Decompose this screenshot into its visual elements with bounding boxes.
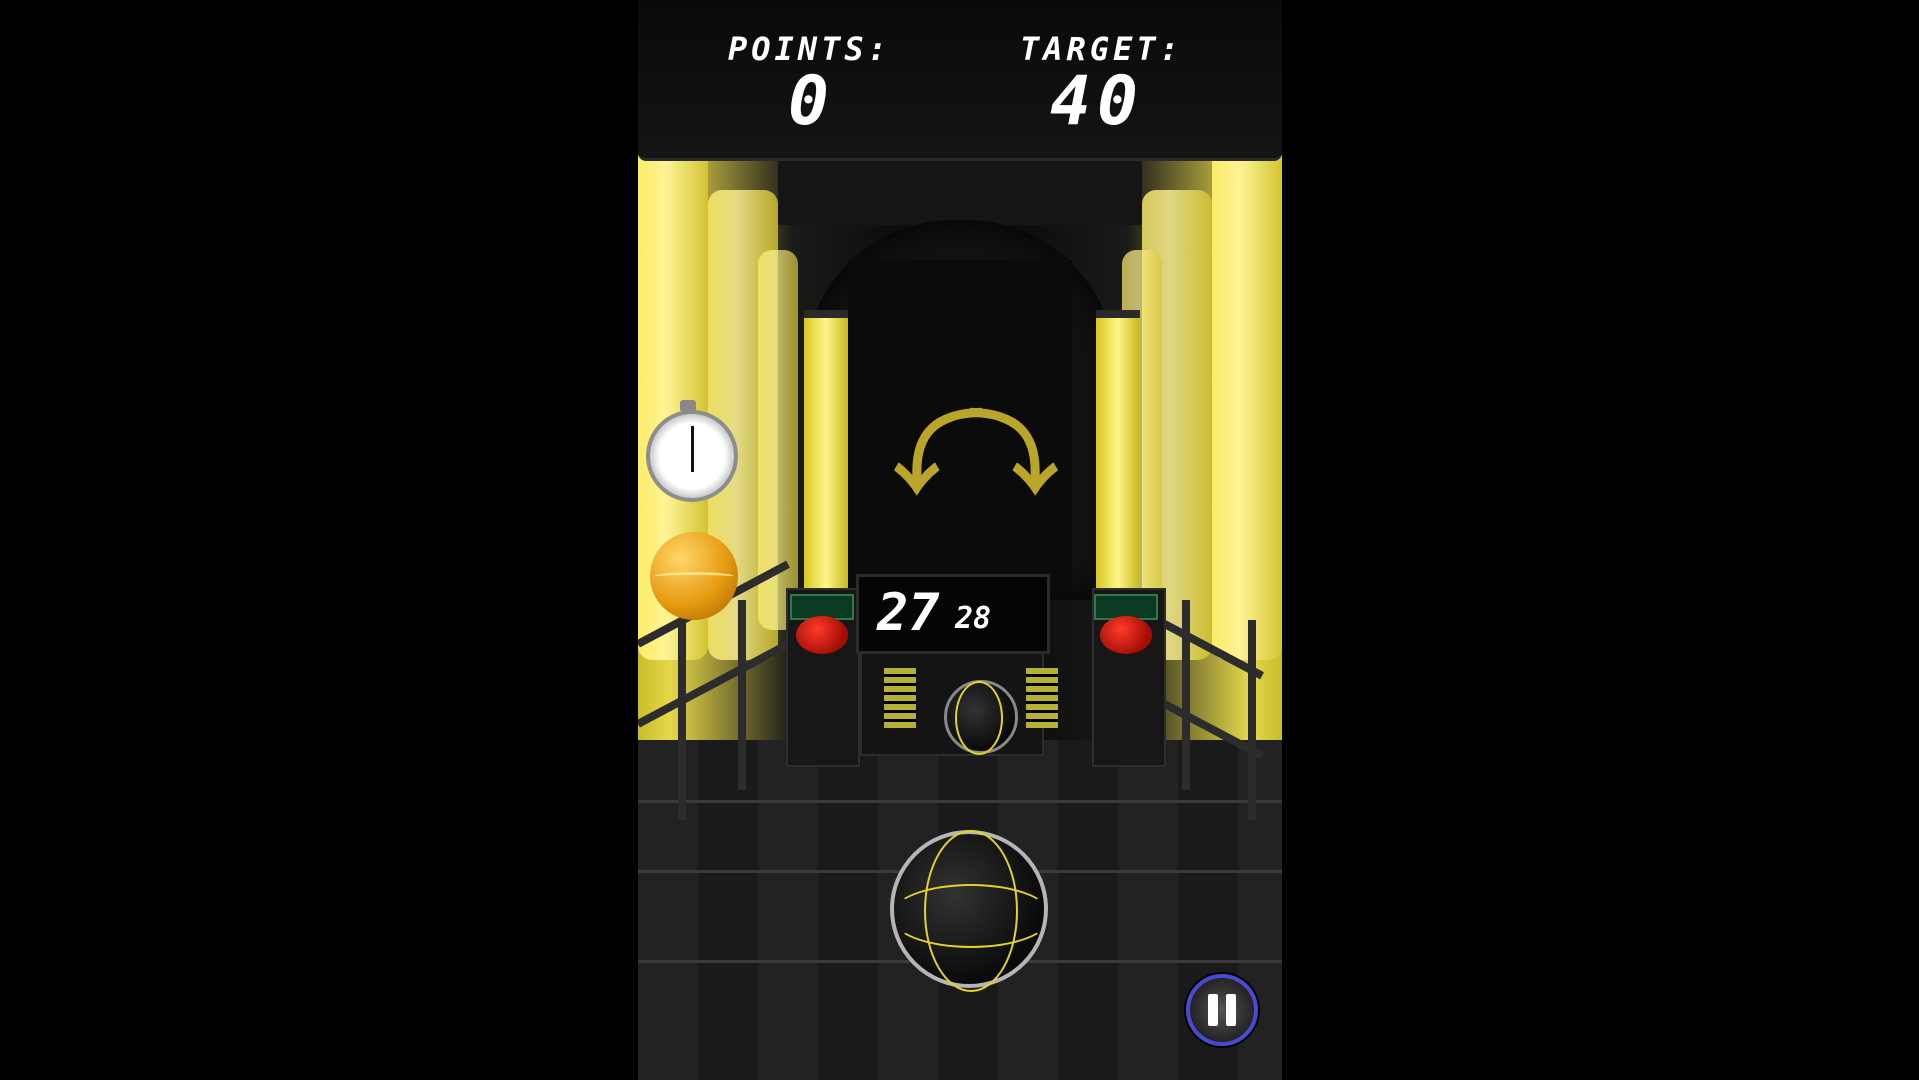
glow-tube-right-1 xyxy=(1212,140,1282,660)
railing-post xyxy=(678,620,686,820)
curved-arrow-right-icon: ⤵ xyxy=(968,402,1058,507)
railing-post xyxy=(1248,620,1256,820)
led-grid-right xyxy=(1026,668,1058,728)
scoreboard: POINTS: 0 TARGET: 40 xyxy=(638,0,1282,161)
basketball-in-hoop xyxy=(944,680,1018,755)
railing-post xyxy=(738,600,746,790)
red-light-left xyxy=(796,616,848,654)
pause-icon xyxy=(1226,994,1236,1026)
golden-basketball-icon[interactable] xyxy=(650,532,738,620)
red-light-right xyxy=(1100,616,1152,654)
shot-clock-display: 27 28 xyxy=(856,574,1050,654)
target-value: 40 xyxy=(1050,62,1144,141)
led-grid-left xyxy=(884,668,916,728)
stopwatch-icon[interactable] xyxy=(646,410,738,502)
game-viewport[interactable]: ⤵ ⤵ 27 28 POINTS: 0 TARGET: 40 xyxy=(638,0,1282,1080)
timer-seconds: 27 xyxy=(877,583,940,643)
glow-column-left xyxy=(804,310,848,588)
railing-post xyxy=(1182,600,1190,790)
pause-button[interactable] xyxy=(1186,974,1258,1046)
hoop-tower-top xyxy=(778,155,1142,225)
basketball[interactable] xyxy=(890,830,1052,992)
pause-icon xyxy=(1208,994,1218,1026)
timer-hundredths: 28 xyxy=(955,601,992,636)
glow-column-right xyxy=(1096,310,1140,588)
points-value: 0 xyxy=(788,62,835,141)
